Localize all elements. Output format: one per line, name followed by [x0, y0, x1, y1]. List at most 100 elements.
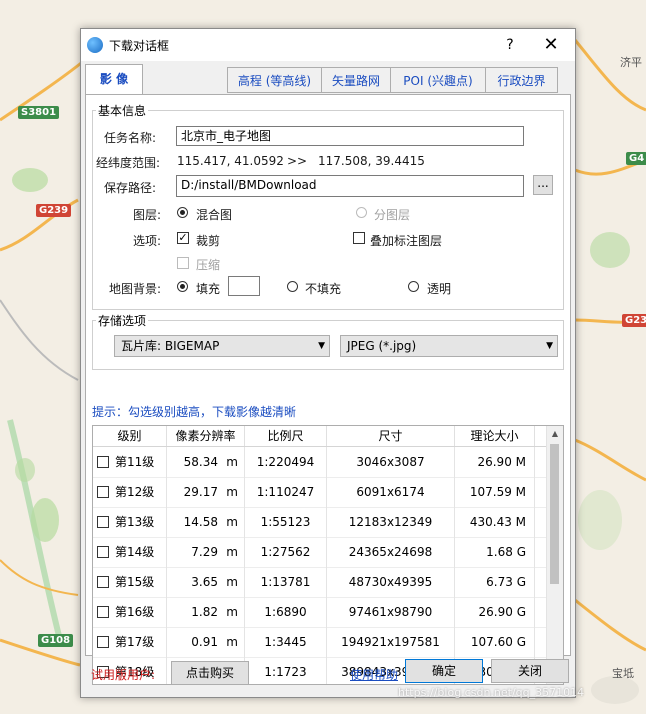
app-icon — [87, 37, 103, 53]
tab-poi[interactable]: POI (兴趣点) — [390, 67, 486, 93]
scale-cell: 1:55123 — [245, 507, 327, 537]
resolution-cell: 29.17 m — [167, 477, 245, 507]
scroll-thumb[interactable] — [550, 444, 559, 584]
level-checkbox[interactable] — [97, 516, 109, 528]
layer-split-radio[interactable] — [356, 207, 367, 218]
bg-nofill-radio[interactable] — [287, 281, 298, 292]
resolution-unit: m — [226, 485, 238, 499]
tab-imagery[interactable]: 影 像 — [85, 64, 143, 94]
ok-button[interactable]: 确定 — [405, 659, 483, 683]
level-label: 第12级 — [115, 485, 155, 499]
overlay-label-checkbox[interactable] — [353, 232, 365, 244]
tab-elevation[interactable]: 高程 (等高线) — [227, 67, 322, 93]
scale-cell: 1:110247 — [245, 477, 327, 507]
table-row[interactable]: 第11级 58.34 m 1:220494 3046x3087 26.90 M — [93, 447, 547, 478]
cancel-button[interactable]: 关闭 — [491, 659, 569, 683]
level-label: 第11级 — [115, 455, 155, 469]
table-row[interactable]: 第14级 7.29 m 1:27562 24365x24698 1.68 G — [93, 537, 547, 568]
range-label: 经纬度范围: — [96, 156, 161, 170]
image-format-select[interactable]: JPEG (*.jpg) ▼ — [340, 335, 558, 357]
level-cell: 第14级 — [93, 537, 167, 567]
resolution-value: 1.82 — [191, 605, 218, 619]
resolution-cell: 1.82 m — [167, 597, 245, 627]
window-title: 下载对话框 — [109, 39, 170, 53]
size-cell: 6.73 G — [455, 567, 535, 597]
bg-transparent-label: 透明 — [427, 282, 452, 296]
storage-title: 存储选项 — [96, 312, 149, 329]
help-link[interactable]: 使用帮助 — [350, 666, 398, 683]
crop-label: 裁剪 — [196, 234, 221, 248]
table-header: 级别 像素分辨率 比例尺 尺寸 理论大小 — [93, 426, 547, 447]
dimension-cell: 194921x197581 — [327, 627, 455, 657]
image-format-value: JPEG (*.jpg) — [347, 339, 417, 353]
dimension-cell: 24365x24698 — [327, 537, 455, 567]
tab-admin-boundary[interactable]: 行政边界 — [485, 67, 558, 93]
road-shield: G108 — [38, 634, 74, 647]
bg-nofill-label: 不填充 — [305, 282, 342, 296]
browse-button[interactable]: ... — [533, 175, 553, 195]
buy-button[interactable]: 点击购买 — [171, 661, 249, 685]
close-icon[interactable]: ✕ — [536, 33, 566, 57]
download-dialog: 下载对话框 ? ✕ 高程 (等高线) 矢量路网 POI (兴趣点) 行政边界 基… — [80, 28, 576, 698]
level-label: 第15级 — [115, 575, 155, 589]
col-dimension[interactable]: 尺寸 — [327, 426, 455, 446]
level-checkbox[interactable] — [97, 546, 109, 558]
col-level[interactable]: 级别 — [93, 426, 167, 446]
layer-label: 图层: — [133, 208, 162, 222]
table-row[interactable]: 第15级 3.65 m 1:13781 48730x49395 6.73 G — [93, 567, 547, 598]
table-row[interactable]: 第13级 14.58 m 1:55123 12183x12349 430.43 M — [93, 507, 547, 538]
tab-vector-roads[interactable]: 矢量路网 — [321, 67, 391, 93]
level-checkbox[interactable] — [97, 486, 109, 498]
compress-label: 压缩 — [196, 258, 221, 272]
range-to: 117.508, 39.4415 — [318, 154, 425, 168]
table-row[interactable]: 第17级 0.91 m 1:3445 194921x197581 107.60 G — [93, 627, 547, 658]
resolution-unit: m — [226, 515, 238, 529]
compress-checkbox[interactable] — [177, 257, 189, 269]
layer-mixed-radio[interactable] — [177, 207, 188, 218]
level-label: 第16级 — [115, 605, 155, 619]
table-row[interactable]: 第12级 29.17 m 1:110247 6091x6174 107.59 M — [93, 477, 547, 508]
level-checkbox[interactable] — [97, 576, 109, 588]
range-from: 115.417, 41.0592 — [177, 154, 284, 168]
resolution-value: 58.34 — [183, 455, 218, 469]
scale-cell: 1:1723 — [245, 657, 327, 684]
table-row[interactable]: 第16级 1.82 m 1:6890 97461x98790 26.90 G — [93, 597, 547, 628]
col-resolution[interactable]: 像素分辨率 — [167, 426, 245, 446]
table-scrollbar[interactable]: ▲ ▼ — [546, 426, 563, 684]
scroll-up-icon[interactable]: ▲ — [547, 426, 563, 442]
tile-library-select[interactable]: 瓦片库: BIGEMAP ▼ — [114, 335, 330, 357]
dimension-cell: 97461x98790 — [327, 597, 455, 627]
col-scale[interactable]: 比例尺 — [245, 426, 327, 446]
size-cell: 26.90 M — [455, 447, 535, 477]
scale-cell: 1:27562 — [245, 537, 327, 567]
resolution-unit: m — [226, 575, 238, 589]
resolution-cell: 0.91 m — [167, 627, 245, 657]
range-separator: >> — [287, 154, 308, 168]
dimension-cell: 3046x3087 — [327, 447, 455, 477]
resolution-value: 29.17 — [183, 485, 218, 499]
level-checkbox[interactable] — [97, 636, 109, 648]
bg-transparent-radio[interactable] — [408, 281, 419, 292]
col-size[interactable]: 理论大小 — [455, 426, 535, 446]
resolution-cell: 7.29 m — [167, 537, 245, 567]
trial-user-label: 试用版用户: — [91, 668, 156, 682]
resolution-cell: 3.65 m — [167, 567, 245, 597]
resolution-value: 3.65 — [191, 575, 218, 589]
resolution-cell: 14.58 m — [167, 507, 245, 537]
resolution-unit: m — [226, 455, 238, 469]
overlay-label: 叠加标注图层 — [370, 234, 443, 248]
fill-color-swatch[interactable] — [228, 276, 260, 296]
help-button[interactable]: ? — [499, 33, 521, 57]
level-checkbox[interactable] — [97, 456, 109, 468]
task-name-input[interactable]: 北京市_电子地图 — [176, 126, 524, 146]
bg-fill-radio[interactable] — [177, 281, 188, 292]
level-checkbox[interactable] — [97, 606, 109, 618]
save-path-input[interactable]: D:/install/BMDownload — [176, 175, 524, 197]
crop-checkbox[interactable]: ✓ — [177, 232, 189, 244]
road-shield: S3801 — [18, 106, 60, 119]
scale-cell: 1:13781 — [245, 567, 327, 597]
level-cell: 第17级 — [93, 627, 167, 657]
road-shield: G234 — [622, 314, 646, 327]
dimension-cell: 48730x49395 — [327, 567, 455, 597]
resolution-cell: 58.34 m — [167, 447, 245, 477]
